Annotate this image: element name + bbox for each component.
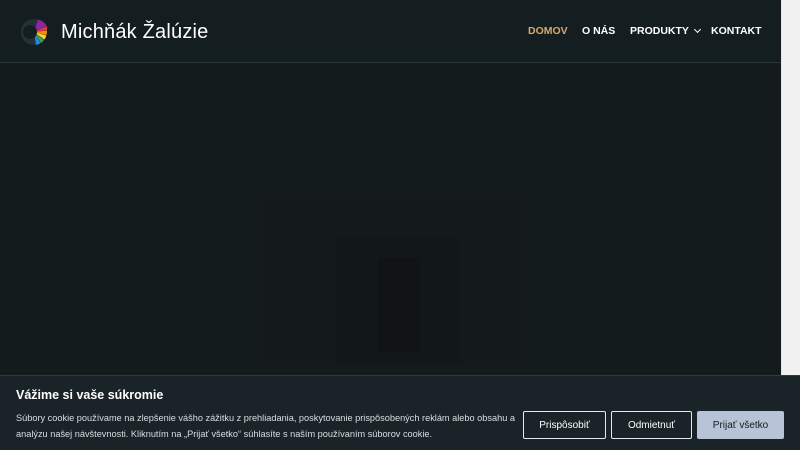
brand-logo-icon[interactable] — [20, 18, 48, 46]
cookie-text: Súbory cookie používame na zlepšenie váš… — [16, 413, 515, 439]
cookie-title: Vážime si vaše súkromie — [16, 388, 164, 402]
nav-item-produkty-label: PRODUKTY — [630, 25, 689, 37]
nav-item-o-nas[interactable]: O NÁS — [582, 25, 615, 37]
nav-item-produkty[interactable]: PRODUKTY — [630, 25, 701, 37]
hero-image-shadow-core — [378, 258, 420, 352]
nav-item-domov[interactable]: DOMOV — [528, 25, 568, 37]
site-header: Michňák Žalúzie DOMOV O NÁS PRODUKTY KON… — [0, 0, 781, 63]
customize-button[interactable]: Prispôsobiť — [523, 411, 606, 439]
brand-name[interactable]: Michňák Žalúzie — [61, 21, 209, 44]
cookie-banner: Vážime si vaše súkromie Súbory cookie po… — [0, 375, 800, 450]
accept-all-button[interactable]: Prijať všetko — [697, 411, 784, 439]
chevron-down-icon — [693, 25, 701, 34]
nav-item-kontakt[interactable]: KONTAKT — [711, 25, 762, 37]
reject-button[interactable]: Odmietnuť — [611, 411, 692, 439]
